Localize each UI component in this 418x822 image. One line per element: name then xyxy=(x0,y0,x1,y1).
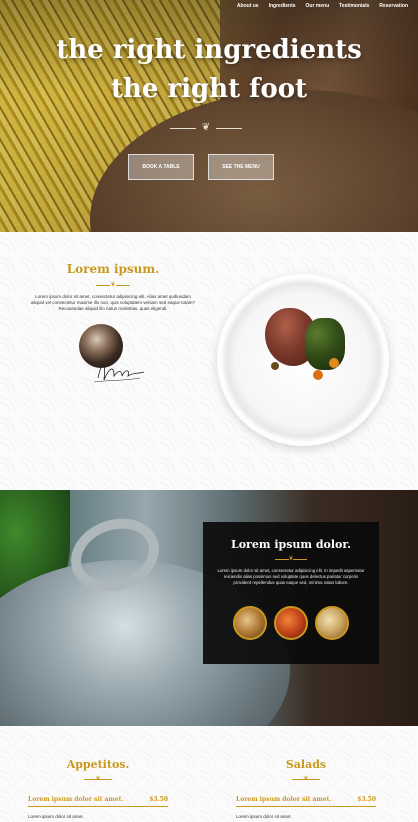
hero-title-line1: the right ingredients xyxy=(56,35,362,65)
menu-ornament-icon: ❦ xyxy=(84,776,112,782)
hero-ornament-icon: ❦ xyxy=(170,122,242,134)
menu-item-name: Lorem ipsum dolor sit amet. xyxy=(236,796,332,803)
see-menu-button[interactable]: SEE THE MENU xyxy=(208,154,274,180)
nav-about-us[interactable]: About us xyxy=(237,3,259,9)
feature-ornament-icon: ❦ xyxy=(275,556,307,562)
menu-section: Appetitos. ❦ Lorem ipsum dolor sit amet.… xyxy=(0,726,418,822)
nav-testimonials[interactable]: Testimonials xyxy=(339,3,369,9)
about-title: Lorem ipsum. xyxy=(66,262,160,276)
signature-icon xyxy=(93,364,145,383)
menu-item[interactable]: Lorem ipsum dolor sit amet. $3.50 xyxy=(236,796,376,807)
ingredient-thumb-1[interactable] xyxy=(233,606,267,640)
steak-plate-image xyxy=(217,274,389,446)
nav-ingredients[interactable]: Ingredients xyxy=(269,3,296,9)
feature-section: Lorem ipsum dolor. ❦ Lorem ipsum dolor s… xyxy=(0,490,418,726)
menu-column-title-salads: Salads xyxy=(285,758,327,771)
menu-ornament-icon: ❦ xyxy=(292,776,320,782)
menu-item-name: Lorem ipsum dolor sit amet. xyxy=(28,796,124,803)
book-table-button[interactable]: BOOK A TABLE xyxy=(128,154,194,180)
hero-title-line2: the right foot xyxy=(110,74,308,104)
hero-section: About us Ingredients Our menu Testimonia… xyxy=(0,0,418,232)
menu-item[interactable]: Lorem ipsum dolor sit amet. $3.50 xyxy=(28,796,168,807)
about-ornament-icon: ❦ xyxy=(96,282,130,288)
feature-text: Lorem ipsum dolor sit amet, consectetur … xyxy=(217,568,365,585)
nav-our-menu[interactable]: Our menu xyxy=(306,3,330,9)
ingredient-thumb-2[interactable] xyxy=(274,606,308,640)
menu-item-desc: Lorem ipsum dolor sit amet. xyxy=(28,814,84,819)
menu-item-price: $3.50 xyxy=(149,796,168,803)
top-nav: About us Ingredients Our menu Testimonia… xyxy=(237,3,408,9)
feature-title: Lorem ipsum dolor. xyxy=(230,538,352,551)
about-section: Lorem ipsum. ❦ Lorem ipsum dolor sit ame… xyxy=(0,232,418,490)
menu-column-title-appetitos: Appetitos. xyxy=(66,758,130,771)
ingredient-thumb-3[interactable] xyxy=(315,606,349,640)
menu-item-price: $3.50 xyxy=(357,796,376,803)
nav-reservation[interactable]: Reservation xyxy=(379,3,408,9)
feature-card: Lorem ipsum dolor. ❦ Lorem ipsum dolor s… xyxy=(203,522,379,664)
about-text: Lorem ipsum dolor sit amet, consectetur … xyxy=(30,294,196,311)
menu-item-desc: Lorem ipsum dolor sit amet. xyxy=(236,814,292,819)
